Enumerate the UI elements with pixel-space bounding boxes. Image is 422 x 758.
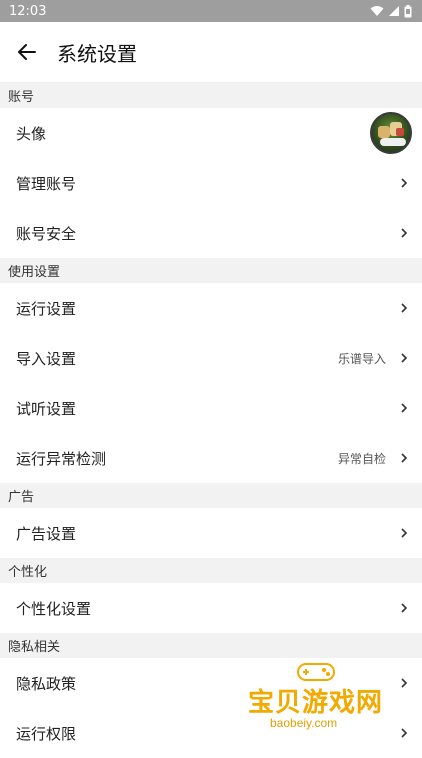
row-personalization-settings[interactable]: 个性化设置 bbox=[0, 583, 422, 633]
row-label: 个性化设置 bbox=[16, 599, 92, 618]
row-error-detection[interactable]: 运行异常检测 异常自检 bbox=[0, 433, 422, 483]
avatar[interactable] bbox=[370, 112, 412, 154]
chevron-right-icon bbox=[400, 227, 408, 239]
row-label: 账号安全 bbox=[16, 224, 77, 243]
row-value: 异常自检 bbox=[337, 451, 386, 466]
row-value: 乐谱导入 bbox=[337, 351, 386, 366]
status-icons bbox=[370, 4, 412, 18]
section-header-personalization: 个性化 bbox=[0, 558, 422, 583]
signal-icon bbox=[389, 6, 399, 16]
chevron-right-icon bbox=[400, 602, 408, 614]
chevron-right-icon bbox=[400, 402, 408, 414]
app-bar: 系统设置 bbox=[0, 22, 422, 83]
row-manage-account[interactable]: 管理账号 bbox=[0, 158, 422, 208]
back-arrow-icon bbox=[18, 44, 36, 60]
watermark-text: 宝贝游戏网 bbox=[248, 688, 384, 718]
row-ad-settings[interactable]: 广告设置 bbox=[0, 508, 422, 558]
row-label: 运行异常检测 bbox=[16, 449, 107, 468]
chevron-right-icon bbox=[400, 452, 408, 464]
row-label: 运行设置 bbox=[16, 299, 77, 318]
row-import-settings[interactable]: 导入设置 乐谱导入 bbox=[0, 333, 422, 383]
chevron-right-icon bbox=[400, 527, 408, 539]
battery-icon bbox=[404, 4, 412, 17]
row-label: 头像 bbox=[16, 124, 47, 143]
row-account-security[interactable]: 账号安全 bbox=[0, 208, 422, 258]
gamepad-icon bbox=[297, 663, 335, 681]
chevron-right-icon bbox=[400, 177, 408, 189]
row-preview-settings[interactable]: 试听设置 bbox=[0, 383, 422, 433]
status-bar: 12:03 bbox=[0, 0, 422, 22]
section-header-account: 账号 bbox=[0, 83, 422, 108]
row-run-settings[interactable]: 运行设置 bbox=[0, 283, 422, 333]
row-label: 导入设置 bbox=[16, 349, 77, 368]
status-time: 12:03 bbox=[9, 3, 47, 19]
chevron-right-icon bbox=[400, 302, 408, 314]
chevron-right-icon bbox=[400, 352, 408, 364]
row-avatar[interactable]: 头像 bbox=[0, 108, 422, 158]
row-label: 管理账号 bbox=[16, 174, 77, 193]
wifi-icon bbox=[370, 6, 384, 16]
watermark: 宝贝游戏网 baobeiy.com bbox=[240, 660, 400, 750]
section-header-usage: 使用设置 bbox=[0, 258, 422, 283]
chevron-right-icon bbox=[400, 677, 408, 689]
row-label: 广告设置 bbox=[16, 524, 77, 543]
section-header-ads: 广告 bbox=[0, 483, 422, 508]
row-label: 试听设置 bbox=[16, 399, 77, 418]
chevron-right-icon bbox=[400, 727, 408, 739]
page-title: 系统设置 bbox=[57, 41, 137, 66]
watermark-url: baobeiy.com bbox=[270, 716, 338, 730]
back-button[interactable] bbox=[9, 34, 45, 70]
section-header-privacy: 隐私相关 bbox=[0, 633, 422, 658]
